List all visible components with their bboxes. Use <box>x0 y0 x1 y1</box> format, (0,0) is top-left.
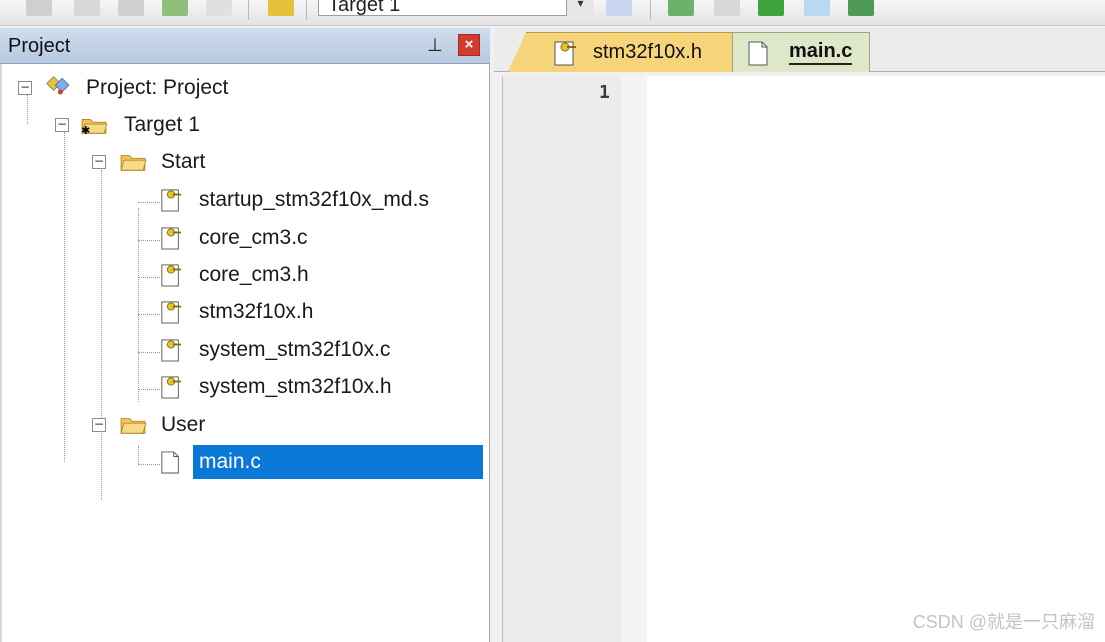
rebuild-icon[interactable] <box>74 0 100 16</box>
tab-main-c[interactable]: main.c <box>732 32 870 72</box>
tab-label: main.c <box>789 40 853 65</box>
collapse-icon[interactable]: − <box>55 118 69 132</box>
toolbar-separator <box>650 0 651 20</box>
target-folder-icon: ✱ <box>81 119 108 136</box>
close-button[interactable]: × <box>458 34 480 56</box>
project-pane-title: Project <box>8 35 71 57</box>
tree-label: Project: Project <box>86 76 229 99</box>
header-file-icon <box>161 189 182 212</box>
project-pane-header: Project ⊥ × <box>0 28 490 64</box>
tree-file[interactable]: core_cm3.c <box>160 222 308 254</box>
stack-icon[interactable] <box>162 0 188 16</box>
toolbar-separator <box>306 0 307 20</box>
build-icon[interactable] <box>26 0 52 16</box>
tree-line <box>138 208 139 402</box>
translate-icon[interactable] <box>206 0 232 16</box>
tree-file[interactable]: startup_stm32f10x_md.s <box>160 184 429 216</box>
tree-file[interactable]: system_stm32f10x.h <box>160 371 392 403</box>
tree-file-selected[interactable]: main.c <box>160 445 483 479</box>
pin-icon[interactable]: ⊥ <box>424 34 446 56</box>
tree-line <box>101 170 102 500</box>
tree-file[interactable]: core_cm3.h <box>160 259 309 291</box>
tree-line <box>138 389 160 390</box>
code-editor[interactable]: 1 <box>502 76 1105 642</box>
target-options-icon[interactable] <box>606 0 632 16</box>
tree-line <box>138 314 160 315</box>
editor-tab-bar: stm32f10x.h main.c <box>494 28 1105 72</box>
tree-label: Start <box>161 150 206 173</box>
tree-line <box>138 240 160 241</box>
tab-stm32f10x-h[interactable]: stm32f10x.h <box>508 32 734 72</box>
header-file-icon <box>161 264 182 287</box>
project-pane: Project ⊥ × − Project: Project − ✱ Targe… <box>0 28 490 642</box>
tree-label: core_cm3.h <box>199 263 309 286</box>
batch-build-icon[interactable] <box>118 0 144 16</box>
tree-node-group-start[interactable]: − Start <box>92 146 205 178</box>
fold-margin <box>621 76 647 642</box>
line-number: 1 <box>599 82 610 103</box>
run-env-icon[interactable] <box>804 0 830 16</box>
c-file-icon <box>748 41 768 65</box>
tree-label: system_stm32f10x.c <box>199 338 391 361</box>
tree-label: User <box>161 413 206 436</box>
layout-icon[interactable] <box>848 0 874 16</box>
collapse-icon[interactable]: − <box>92 418 106 432</box>
header-file-icon <box>161 227 182 250</box>
select-software-packs-icon[interactable] <box>758 0 784 16</box>
pack-installer-icon[interactable] <box>714 0 740 16</box>
c-file-icon <box>161 451 179 474</box>
tree-label: Target 1 <box>124 113 200 136</box>
tree-label: system_stm32f10x.h <box>199 375 392 398</box>
header-file-icon <box>161 301 182 324</box>
toolbar: Target 1 ▾ <box>0 0 1105 26</box>
tree-label: stm32f10x.h <box>199 300 314 323</box>
watermark: CSDN @就是一只麻溜 <box>912 612 1095 632</box>
chevron-down-icon[interactable]: ▾ <box>566 0 594 16</box>
tree-line <box>138 277 160 278</box>
header-file-icon <box>161 339 182 362</box>
tree-line <box>64 132 65 462</box>
tree-node-group-user[interactable]: − User <box>92 409 205 441</box>
tree-file[interactable]: system_stm32f10x.c <box>160 334 390 366</box>
download-icon[interactable] <box>268 0 294 16</box>
collapse-icon[interactable]: − <box>92 155 106 169</box>
header-file-icon <box>554 41 576 65</box>
tree-line <box>138 464 160 465</box>
tree-node-target[interactable]: − ✱ Target 1 <box>55 109 200 141</box>
toolbar-separator <box>248 0 249 20</box>
collapse-icon[interactable]: − <box>18 81 32 95</box>
tree-file[interactable]: stm32f10x.h <box>160 296 313 328</box>
tree-label: startup_stm32f10x_md.s <box>199 188 429 211</box>
project-icon <box>46 76 70 95</box>
tree-label: main.c <box>193 445 483 479</box>
manage-components-icon[interactable] <box>668 0 694 16</box>
tree-label: core_cm3.c <box>199 226 308 249</box>
svg-text:✱: ✱ <box>81 124 90 136</box>
tree-line <box>138 202 160 203</box>
tab-label: stm32f10x.h <box>593 41 702 63</box>
target-select-value: Target 1 <box>328 0 401 16</box>
tree-line <box>138 352 160 353</box>
folder-icon <box>120 418 147 434</box>
tree-node-project[interactable]: − Project: Project <box>18 72 228 104</box>
tree-line <box>138 446 139 464</box>
folder-icon <box>120 155 147 171</box>
pane-edge <box>0 64 2 642</box>
header-file-icon <box>161 376 182 399</box>
